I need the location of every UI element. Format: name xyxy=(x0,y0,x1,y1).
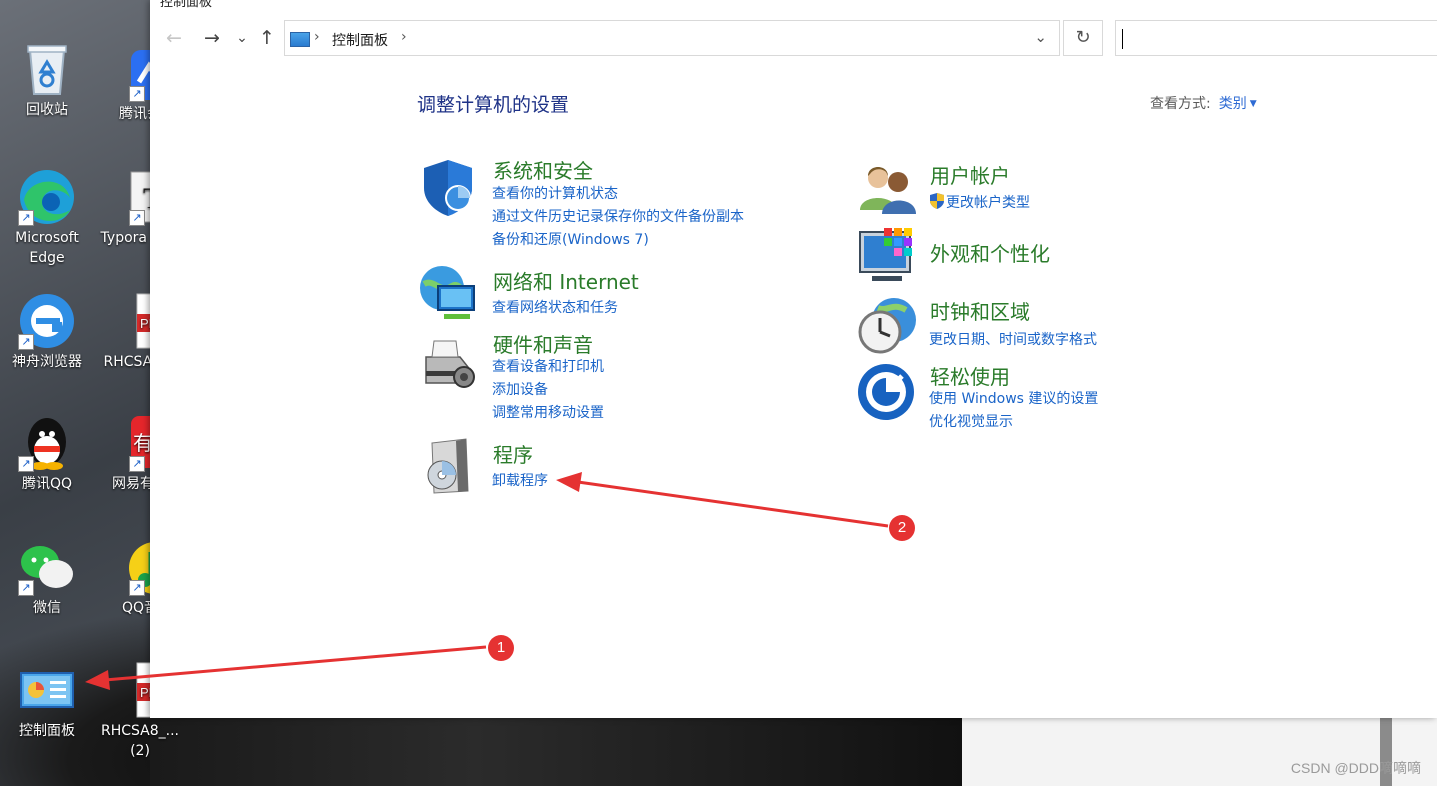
refresh-button[interactable]: ↻ xyxy=(1063,20,1103,56)
category-title[interactable]: 程序 xyxy=(493,439,533,468)
wechat-icon: ↗ xyxy=(18,538,76,596)
shortcut-arrow-icon: ↗ xyxy=(129,86,145,102)
desktop-icon-label: Microsoft Edge xyxy=(15,230,79,266)
desktop-icon-edge[interactable]: ↗ Microsoft Edge xyxy=(1,168,93,268)
link-change-account-type[interactable]: 更改帐户类型 xyxy=(928,192,1030,212)
category-title[interactable]: 网络和 Internet xyxy=(493,266,639,295)
link-recommended-settings[interactable]: 使用 Windows 建议的设置 xyxy=(929,388,1098,408)
appearance-monitor-icon[interactable] xyxy=(858,226,918,286)
desktop-icon-label: 微信 xyxy=(33,600,61,616)
shortcut-arrow-icon: ↗ xyxy=(18,456,34,472)
step-badge-1: 1 xyxy=(488,635,514,661)
shortcut-arrow-icon: ↗ xyxy=(129,580,145,596)
shortcut-arrow-icon: ↗ xyxy=(129,456,145,472)
uac-shield-icon xyxy=(930,193,944,209)
link-uninstall-program[interactable]: 卸载程序 xyxy=(492,470,548,490)
clock-globe-icon[interactable] xyxy=(858,296,918,356)
network-globe-icon[interactable] xyxy=(418,264,478,324)
control-panel-window: 控制面板 ← → ⌄ ↑ › 控制面板 › ⌄ ↻ 调整计算机的设置 查看方式:… xyxy=(150,0,1437,718)
control-panel-icon xyxy=(18,661,76,719)
address-dropdown-chevron-icon[interactable]: ⌄ xyxy=(1034,28,1047,46)
breadcrumb-control-panel[interactable]: 控制面板 xyxy=(332,30,388,50)
desktop-icon-label: 控制面板 xyxy=(19,723,75,739)
printer-icon[interactable] xyxy=(418,335,478,395)
shield-icon[interactable] xyxy=(418,158,478,218)
shortcut-arrow-icon: ↗ xyxy=(18,210,34,226)
link-add-device[interactable]: 添加设备 xyxy=(492,379,548,399)
qq-icon: ↗ xyxy=(18,414,76,472)
desktop-icon-recycle-bin[interactable]: 回收站 xyxy=(1,0,93,120)
shortcut-arrow-icon: ↗ xyxy=(129,210,145,226)
search-input[interactable] xyxy=(1115,20,1437,56)
link-view-computer-status[interactable]: 查看你的计算机状态 xyxy=(492,183,618,203)
link-date-time-format[interactable]: 更改日期、时间或数字格式 xyxy=(929,329,1097,349)
category-title[interactable]: 外观和个性化 xyxy=(930,238,1050,267)
category-title[interactable]: 轻松使用 xyxy=(930,361,1010,390)
recent-locations-chevron-icon[interactable]: ⌄ xyxy=(230,26,254,50)
breadcrumb-separator-icon[interactable]: › xyxy=(314,29,320,45)
forward-arrow-icon[interactable]: → xyxy=(200,26,224,50)
desktop-icon-label: 回收站 xyxy=(26,102,68,118)
desktop-icon-label: 神舟浏览器 xyxy=(12,354,82,370)
window-title-text: 控制面板 xyxy=(160,0,213,10)
category-title[interactable]: 系统和安全 xyxy=(493,155,593,184)
category-title[interactable]: 时钟和区域 xyxy=(930,296,1030,325)
view-by-control[interactable]: 查看方式: 类别 ▼ xyxy=(1150,93,1257,113)
link-file-history-backup[interactable]: 通过文件历史记录保存你的文件备份副本 xyxy=(492,206,744,226)
up-arrow-icon[interactable]: ↑ xyxy=(255,26,279,50)
category-title[interactable]: 用户帐户 xyxy=(930,160,1010,189)
ease-of-access-icon[interactable] xyxy=(858,362,918,422)
breadcrumb-separator-icon[interactable]: › xyxy=(401,29,407,45)
programs-disc-icon[interactable] xyxy=(418,437,478,497)
browser-icon: ↗ xyxy=(18,292,76,350)
category-title[interactable]: 硬件和声音 xyxy=(493,329,593,358)
page-title: 调整计算机的设置 xyxy=(417,94,570,116)
watermark: CSDN @DDD嘀嘀嘀 xyxy=(1290,760,1421,776)
users-icon[interactable] xyxy=(858,160,918,220)
view-by-label: 查看方式: xyxy=(1150,96,1211,112)
link-devices-printers[interactable]: 查看设备和打印机 xyxy=(492,356,604,376)
desktop-icon-browser[interactable]: ↗ 神舟浏览器 xyxy=(1,292,93,372)
desktop-icon-label: 腾讯QQ xyxy=(21,476,73,492)
back-arrow-icon[interactable]: ← xyxy=(162,26,186,50)
text-caret xyxy=(1122,29,1123,49)
link-mobility-settings[interactable]: 调整常用移动设置 xyxy=(492,402,604,422)
dropdown-triangle-icon[interactable]: ▼ xyxy=(1250,99,1257,109)
window-title: 控制面板 xyxy=(160,0,212,10)
desktop-icon-control-panel[interactable]: 控制面板 xyxy=(1,661,93,741)
address-bar[interactable]: › 控制面板 › ⌄ xyxy=(284,20,1060,56)
link-backup-restore[interactable]: 备份和还原(Windows 7) xyxy=(492,229,649,249)
link-optimize-visual-display[interactable]: 优化视觉显示 xyxy=(929,411,1013,431)
link-network-status[interactable]: 查看网络状态和任务 xyxy=(492,297,618,317)
shortcut-arrow-icon: ↗ xyxy=(18,580,34,596)
recycle-bin-icon xyxy=(18,40,76,98)
desktop-icon-label: RHCSA8_... (2) xyxy=(100,723,179,759)
edge-icon: ↗ xyxy=(18,168,76,226)
shortcut-arrow-icon: ↗ xyxy=(18,334,34,350)
navigation-bar: ← → ⌄ ↑ › 控制面板 › ⌄ ↻ xyxy=(150,18,1437,60)
link-label[interactable]: 更改帐户类型 xyxy=(946,195,1030,211)
desktop-icon-qq[interactable]: ↗ 腾讯QQ xyxy=(1,414,93,494)
taskbar-area xyxy=(150,718,962,786)
desktop-icon-wechat[interactable]: ↗ 微信 xyxy=(1,538,93,618)
view-by-dropdown[interactable]: 类别 xyxy=(1219,96,1247,112)
step-badge-2: 2 xyxy=(889,515,915,541)
control-panel-small-icon xyxy=(290,32,310,47)
